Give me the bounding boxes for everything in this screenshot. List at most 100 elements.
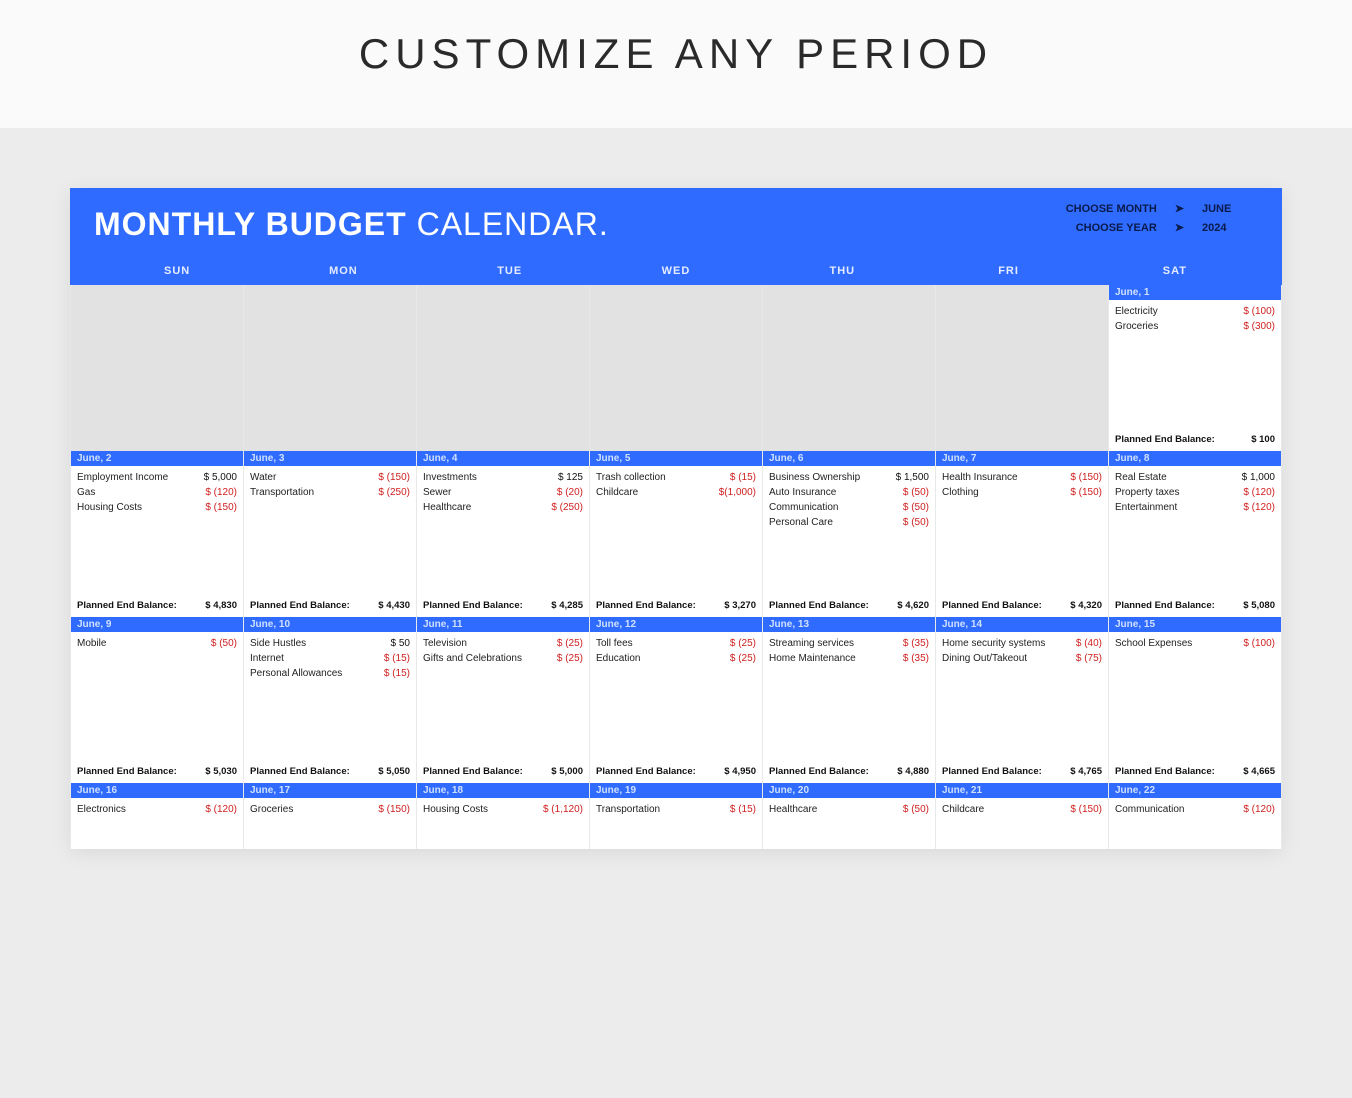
budget-item[interactable]: Auto Insurance$ (50) [769, 485, 929, 500]
budget-item[interactable]: Water$ (150) [250, 470, 410, 485]
budget-item[interactable]: Personal Allowances$ (15) [250, 666, 410, 681]
budget-item[interactable]: Investments$ 125 [423, 470, 583, 485]
planned-end-balance: Planned End Balance:$ 100 [1109, 430, 1281, 451]
day-header: SAT [1092, 265, 1258, 285]
budget-item[interactable]: Healthcare$ (50) [769, 802, 929, 817]
budget-item[interactable]: Side Hustles$ 50 [250, 636, 410, 651]
sheet-title-bold: MONTHLY BUDGET [94, 206, 407, 242]
item-label: Housing Costs [423, 802, 535, 817]
budget-item[interactable]: Housing Costs$ (1,120) [423, 802, 583, 817]
budget-item[interactable]: Transportation$ (15) [596, 802, 756, 817]
calendar-cell[interactable]: June, 9Mobile$ (50)Planned End Balance:$… [71, 617, 244, 783]
planned-end-balance: Planned End Balance: $ 3,270 [590, 596, 762, 617]
budget-item[interactable]: Communication$ (120) [1115, 802, 1275, 817]
items-list: Transportation$ (15) [590, 798, 762, 849]
calendar-cell[interactable]: June, 20 Healthcare$ (50) [763, 783, 936, 849]
balance-label: Planned End Balance: [596, 600, 696, 611]
calendar-cell[interactable]: June, 16Electronics$ (120) [71, 783, 244, 849]
calendar-cell[interactable]: June, 3Water$ (150)Transportation$ (250)… [244, 451, 417, 617]
calendar-cell[interactable]: June, 13Streaming services$ (35)Home Mai… [763, 617, 936, 783]
item-amount: $ (150) [1054, 470, 1102, 485]
calendar-cell[interactable]: June, 18Housing Costs$ (1,120) [417, 783, 590, 849]
budget-item[interactable]: Home security systems$ (40) [942, 636, 1102, 651]
budget-item[interactable]: Health Insurance$ (150) [942, 470, 1102, 485]
calendar-cell[interactable]: June, 1Electricity$ (100)Groceries$ (300… [1109, 285, 1282, 451]
budget-item[interactable]: Streaming services$ (35) [769, 636, 929, 651]
budget-item[interactable]: Groceries$ (150) [250, 802, 410, 817]
budget-item[interactable]: School Expenses$ (100) [1115, 636, 1275, 651]
calendar-cell[interactable]: June, 6Business Ownership$ 1,500Auto Ins… [763, 451, 936, 617]
items-list: Real Estate$ 1,000Property taxes$ (120)E… [1109, 466, 1281, 596]
budget-item[interactable]: Employment Income$ 5,000 [77, 470, 237, 485]
item-amount: $ (150) [362, 470, 410, 485]
date-bar: June, 20 [763, 783, 935, 798]
budget-item[interactable]: Housing Costs$ (150) [77, 500, 237, 515]
budget-item[interactable]: Communication$ (50) [769, 500, 929, 515]
budget-item[interactable]: Real Estate$ 1,000 [1115, 470, 1275, 485]
budget-item[interactable]: Business Ownership$ 1,500 [769, 470, 929, 485]
balance-label: Planned End Balance: [1115, 600, 1215, 611]
budget-item[interactable]: Entertainment$ (120) [1115, 500, 1275, 515]
item-label: Transportation [250, 485, 362, 500]
item-label: Entertainment [1115, 500, 1227, 515]
budget-item[interactable]: Clothing$ (150) [942, 485, 1102, 500]
item-label: Toll fees [596, 636, 708, 651]
calendar-cell[interactable]: June, 22Communication$ (120) [1109, 783, 1282, 849]
planned-end-balance: Planned End Balance:$ 4,285 [417, 596, 589, 617]
calendar-cell[interactable]: June, 12Toll fees$ (25)Education$ (25)Pl… [590, 617, 763, 783]
item-amount: $ (120) [189, 802, 237, 817]
calendar-cell[interactable]: June, 14Home security systems$ (40)Dinin… [936, 617, 1109, 783]
items-list: Childcare$ (150) [936, 798, 1108, 849]
budget-item[interactable]: Dining Out/Takeout$ (75) [942, 651, 1102, 666]
date-bar: June, 21 [936, 783, 1108, 798]
budget-item[interactable]: Groceries$ (300) [1115, 319, 1275, 334]
items-list: Communication$ (120) [1109, 798, 1281, 849]
planned-end-balance: Planned End Balance:$ 5,030 [71, 762, 243, 783]
budget-item[interactable]: Home Maintenance$ (35) [769, 651, 929, 666]
item-amount: $ (50) [881, 515, 929, 530]
budget-item[interactable]: Gifts and Celebrations$ (25) [423, 651, 583, 666]
item-label: Transportation [596, 802, 708, 817]
calendar-cell[interactable]: June, 7Health Insurance$ (150)Clothing$ … [936, 451, 1109, 617]
budget-item[interactable]: Television$ (25) [423, 636, 583, 651]
calendar-cell[interactable]: June, 15School Expenses$ (100)Planned En… [1109, 617, 1282, 783]
calendar-cell[interactable]: June, 5Trash collection$ (15)Childcare$(… [590, 451, 763, 617]
budget-item[interactable]: Education$ (25) [596, 651, 756, 666]
calendar-cell[interactable]: June, 19Transportation$ (15) [590, 783, 763, 849]
calendar-cell[interactable]: June, 11Television$ (25)Gifts and Celebr… [417, 617, 590, 783]
budget-item[interactable]: Toll fees$ (25) [596, 636, 756, 651]
budget-item[interactable]: Electronics$ (120) [77, 802, 237, 817]
item-label: Groceries [250, 802, 362, 817]
budget-item[interactable]: Trash collection$ (15) [596, 470, 756, 485]
balance-label: Planned End Balance: [423, 600, 523, 611]
period-pickers: CHOOSE MONTH ➤ JUNE CHOOSE YEAR ➤ 2024 [1066, 202, 1252, 240]
budget-item[interactable]: Gas$ (120) [77, 485, 237, 500]
item-label: Communication [1115, 802, 1227, 817]
budget-item[interactable]: Childcare$(1,000) [596, 485, 756, 500]
day-header: FRI [925, 265, 1091, 285]
budget-item[interactable]: Internet$ (15) [250, 651, 410, 666]
budget-item[interactable]: Electricity$ (100) [1115, 304, 1275, 319]
budget-item[interactable]: Transportation$ (250) [250, 485, 410, 500]
balance-value: $ 3,270 [724, 600, 756, 611]
budget-item[interactable]: Childcare$ (150) [942, 802, 1102, 817]
calendar-cell[interactable]: June, 8Real Estate$ 1,000Property taxes$… [1109, 451, 1282, 617]
calendar-cell[interactable]: June, 4Investments$ 125Sewer$ (20)Health… [417, 451, 590, 617]
calendar-cell[interactable]: June, 2Employment Income$ 5,000Gas$ (120… [71, 451, 244, 617]
calendar-cell[interactable]: June, 17Groceries$ (150) [244, 783, 417, 849]
choose-year-row[interactable]: CHOOSE YEAR ➤ 2024 [1066, 221, 1252, 234]
balance-label: Planned End Balance: [423, 766, 523, 777]
calendar-cell[interactable]: June, 21 Childcare$ (150) [936, 783, 1109, 849]
items-list: Health Insurance$ (150)Clothing$ (150) [936, 466, 1108, 596]
item-label: Education [596, 651, 708, 666]
choose-month-row[interactable]: CHOOSE MONTH ➤ JUNE [1066, 202, 1252, 215]
item-label: Auto Insurance [769, 485, 881, 500]
balance-label: Planned End Balance: [250, 600, 350, 611]
balance-label: Planned End Balance: [596, 766, 696, 777]
calendar-cell[interactable]: June, 10Side Hustles$ 50Internet$ (15)Pe… [244, 617, 417, 783]
budget-item[interactable]: Property taxes$ (120) [1115, 485, 1275, 500]
budget-item[interactable]: Mobile$ (50) [77, 636, 237, 651]
budget-item[interactable]: Healthcare$ (250) [423, 500, 583, 515]
budget-item[interactable]: Personal Care$ (50) [769, 515, 929, 530]
budget-item[interactable]: Sewer$ (20) [423, 485, 583, 500]
